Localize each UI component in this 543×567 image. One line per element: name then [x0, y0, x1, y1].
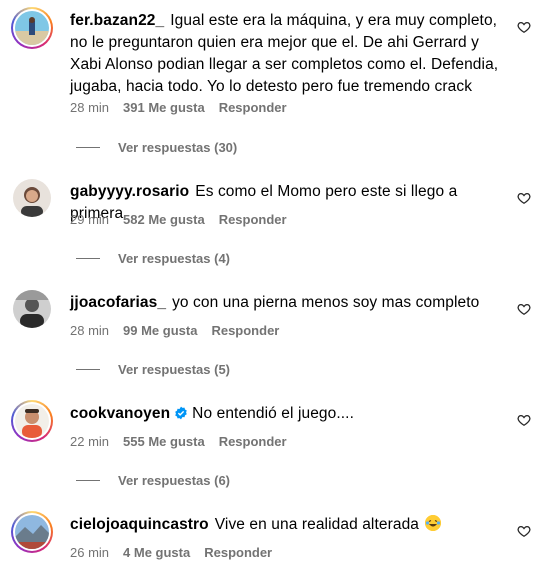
view-replies-label[interactable]: Ver respuestas (5) — [118, 362, 230, 377]
comment-body: fer.bazan22_ Igual este era la máquina, y… — [70, 10, 503, 98]
reply-button[interactable]: Responder — [219, 212, 287, 227]
view-replies-button[interactable]: Ver respuestas (5) — [76, 362, 230, 377]
comment-likes[interactable]: 555 Me gusta — [123, 434, 205, 449]
avatar-story-ring[interactable] — [11, 7, 53, 49]
comment-meta: 28 min 99 Me gusta Responder — [70, 323, 279, 338]
view-replies-label[interactable]: Ver respuestas (6) — [118, 473, 230, 488]
replies-divider — [76, 258, 100, 259]
laughing-tears-emoji — [425, 515, 442, 531]
heart-outline-icon[interactable] — [517, 302, 531, 316]
comment-meta: 26 min 4 Me gusta Responder — [70, 545, 272, 560]
avatar-story-ring[interactable] — [11, 400, 53, 442]
replies-divider — [76, 480, 100, 481]
comment-username[interactable]: cielojoaquincastro — [70, 516, 209, 533]
comment-meta: 28 min 391 Me gusta Responder — [70, 100, 287, 115]
heart-outline-icon[interactable] — [517, 524, 531, 538]
comment-meta: 29 min 582 Me gusta Responder — [70, 212, 287, 227]
avatar-story-ring[interactable] — [11, 511, 53, 553]
avatar — [15, 515, 49, 549]
avatar — [15, 11, 49, 45]
comment-text: Vive en una realidad alterada — [214, 516, 420, 533]
comment-body: cookvanoyen No entendió el juego.... — [70, 403, 503, 425]
comment-username[interactable]: jjoacofarias_ — [70, 294, 166, 311]
comment-time: 28 min — [70, 100, 110, 115]
reply-button[interactable]: Responder — [219, 434, 287, 449]
avatar — [13, 179, 51, 217]
reply-button[interactable]: Responder — [211, 323, 279, 338]
heart-outline-icon[interactable] — [517, 20, 531, 34]
comment-likes[interactable]: 582 Me gusta — [123, 212, 205, 227]
avatar — [13, 290, 51, 328]
comment-likes[interactable]: 4 Me gusta — [123, 545, 190, 560]
heart-outline-icon[interactable] — [517, 413, 531, 427]
avatar-wrap[interactable] — [11, 177, 53, 219]
view-replies-button[interactable]: Ver respuestas (6) — [76, 473, 230, 488]
comment-time: 26 min — [70, 545, 110, 560]
replies-divider — [76, 369, 100, 370]
verified-badge-icon — [175, 406, 187, 420]
comment-text: No entendió el juego.... — [192, 405, 354, 422]
comment-username[interactable]: fer.bazan22_ — [70, 12, 164, 29]
reply-button[interactable]: Responder — [219, 100, 287, 115]
avatar-wrap[interactable] — [11, 288, 53, 330]
avatar — [15, 404, 49, 438]
heart-outline-icon[interactable] — [517, 191, 531, 205]
comment-username[interactable]: gabyyyy.rosario — [70, 183, 189, 200]
view-replies-button[interactable]: Ver respuestas (30) — [76, 140, 237, 155]
view-replies-label[interactable]: Ver respuestas (4) — [118, 251, 230, 266]
comment-time: 28 min — [70, 323, 110, 338]
view-replies-label[interactable]: Ver respuestas (30) — [118, 140, 237, 155]
comment-time: 29 min — [70, 212, 110, 227]
comments-list: fer.bazan22_ Igual este era la máquina, y… — [0, 0, 543, 567]
comment-time: 22 min — [70, 434, 110, 449]
comment-likes[interactable]: 391 Me gusta — [123, 100, 205, 115]
comment-meta: 22 min 555 Me gusta Responder — [70, 434, 287, 449]
replies-divider — [76, 147, 100, 148]
comment-text: yo con una pierna menos soy mas completo — [172, 294, 480, 311]
comment-likes[interactable]: 99 Me gusta — [123, 323, 197, 338]
comment-body: jjoacofarias_ yo con una pierna menos soy… — [70, 292, 503, 314]
comment-body: cielojoaquincastro Vive en una realidad a… — [70, 514, 503, 536]
view-replies-button[interactable]: Ver respuestas (4) — [76, 251, 230, 266]
comment-username[interactable]: cookvanoyen — [70, 405, 170, 422]
reply-button[interactable]: Responder — [204, 545, 272, 560]
